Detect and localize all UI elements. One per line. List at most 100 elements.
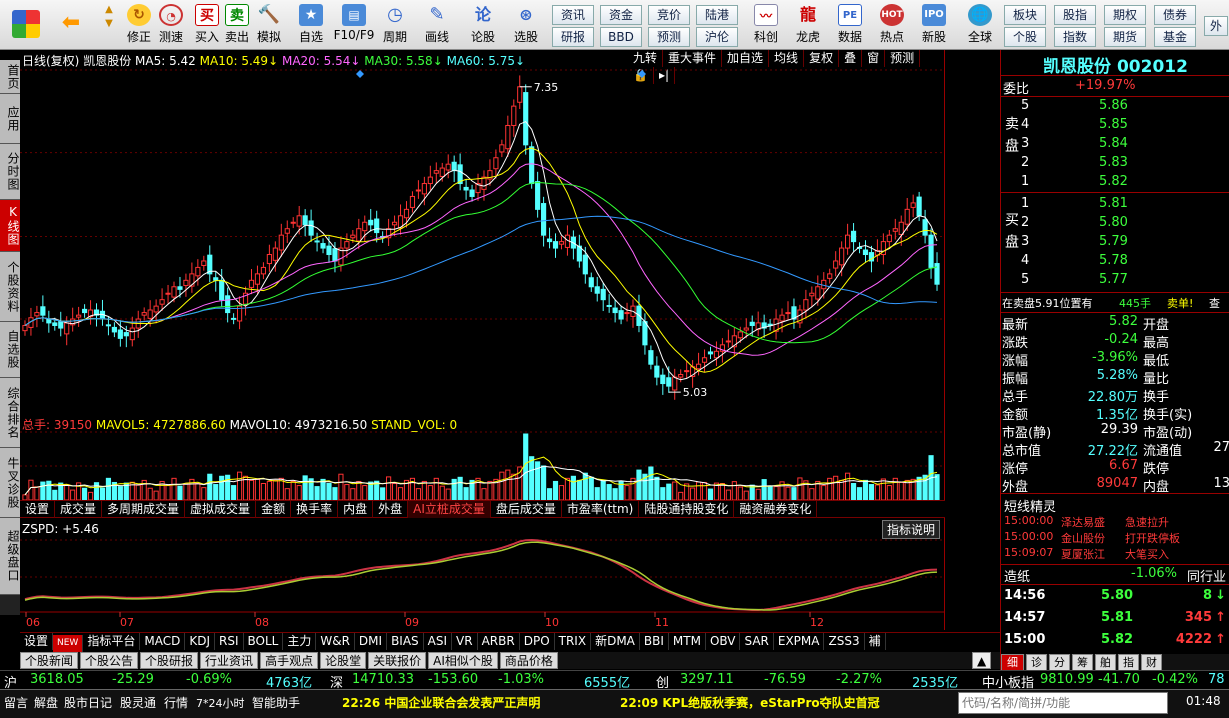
vtab-margin[interactable]: 融资融券变化 [734,501,818,518]
tool-forecast[interactable]: 预测 [885,50,921,67]
tab-super-quote[interactable]: 超级盘口 [0,518,20,595]
itab-platform[interactable]: 指标平台 [83,633,141,650]
buy-level-row[interactable]: 5 5.77 [1001,272,1229,290]
itab-bias[interactable]: BIAS [387,633,424,650]
ntab-industry[interactable]: 行业资讯 [200,652,259,669]
tab-diagnosis[interactable]: 牛叉诊股 [0,448,20,518]
lock-icon[interactable]: 🔒 [628,67,654,84]
ntab-stock-news[interactable]: 个股新闻 [20,652,79,669]
stocks-button[interactable]: 个股 [1004,27,1046,47]
ntab-commodities[interactable]: 商品价格 [499,652,558,669]
research-button[interactable]: 研报 [552,27,594,47]
scroll-updown-button[interactable]: ▲ ▼ [94,2,124,48]
buy-level-row[interactable]: 2 5.80 [1001,215,1229,233]
itab-asi[interactable]: ASI [424,633,453,650]
vtab-ai-volume[interactable]: AI立桩成交量 [408,501,491,518]
dragon-tiger-button[interactable]: 龍 龙虎 [790,2,826,48]
funds-button[interactable]: 资金 [600,5,642,25]
pending-more-button[interactable]: 查 [1209,295,1220,311]
btab-chips[interactable]: 筹 [1072,654,1093,670]
logo-button[interactable] [6,2,46,48]
sell-level-row[interactable]: 3 5.84 [1001,136,1229,154]
ntab-related[interactable]: 关联报价 [368,652,427,669]
funds-market-button[interactable]: 基金 [1154,27,1196,47]
vtab-volume[interactable]: 成交量 [55,501,103,518]
forum-button[interactable]: 论 论股 [466,2,500,48]
status-quotes[interactable]: 行情 [164,694,188,711]
vtab-settings[interactable]: 设置 [20,501,56,518]
status-analysis[interactable]: 解盘 [34,694,58,711]
f10-button[interactable]: ▤ F10/F9 [332,2,376,48]
simulate-button[interactable]: 🔨 模拟 [254,2,284,48]
sector-button[interactable]: 板块 [1004,5,1046,25]
indicator-help-button[interactable]: 指标说明 [882,520,941,539]
itab-macd[interactable]: MACD [140,633,186,650]
kline-svg[interactable]: 7.486.846.195.557.355.037621638677X10+6.… [20,50,945,630]
ntab-expert[interactable]: 高手观点 [260,652,319,669]
tab-watchlist[interactable]: 自选股 [0,322,20,378]
vtab-inner[interactable]: 内盘 [338,501,374,518]
tab-timeshare[interactable]: 分时图 [0,144,20,200]
btab-index[interactable]: 指 [1118,654,1139,670]
options-button[interactable]: 期权 [1104,5,1146,25]
tool-add-watch[interactable]: 加自选 [722,50,770,67]
new-stock-button[interactable]: IPO 新股 [916,2,952,48]
vtab-turnover[interactable]: 换手率 [291,501,339,518]
buy-level-row[interactable]: 3 5.79 [1001,234,1229,252]
watchlist-button[interactable]: ★ 自选 [294,2,328,48]
vtab-pe-ttm[interactable]: 市盈率(ttm) [562,501,640,518]
news-ticker-2[interactable]: 22:09 KPL绝版秋季赛，eStarPro夺队史首冠 [620,694,880,711]
pin-icon[interactable]: ▸| [654,67,676,84]
vtab-multi-period[interactable]: 多周期成交量 [102,501,186,518]
tool-nine-turn[interactable]: 九转 [628,50,664,67]
itab-trix[interactable]: TRIX [555,633,592,650]
period-button[interactable]: ◷ 周期 [378,2,412,48]
btab-detail[interactable]: 细 [1001,654,1024,670]
status-gulingtong[interactable]: 股灵通 [120,694,156,711]
sell-level-row[interactable]: 2 5.83 [1001,155,1229,173]
tab-stock-profile[interactable]: 个股资料 [0,252,20,322]
tab-home[interactable]: 首页 [0,60,20,94]
back-button[interactable]: ⬅ [54,2,88,48]
index-futures-button[interactable]: 股指 [1054,5,1096,25]
itab-kdj[interactable]: KDJ [185,633,215,650]
tab-apps[interactable]: 应用 [0,94,20,144]
bbd-button[interactable]: BBD [600,27,642,47]
data-button[interactable]: PE 数据 [832,2,868,48]
indices-button[interactable]: 指数 [1054,27,1096,47]
status-24h[interactable]: 7*24小时 [196,695,245,711]
itab-new-dma[interactable]: 新DMA [591,633,640,650]
status-message[interactable]: 留言 [4,694,28,711]
vtab-northbound[interactable]: 陆股通持股变化 [639,501,735,518]
sprite-row[interactable]: 15:09:07 夏厦张江 大笔买入 [1001,546,1229,564]
status-diary[interactable]: 股市日记 [64,694,112,711]
vtab-after-hours[interactable]: 盘后成交量 [491,501,562,518]
forecast-button[interactable]: 预测 [648,27,690,47]
auction-button[interactable]: 竞价 [648,5,690,25]
ntab-forum[interactable]: 论股堂 [320,652,367,669]
btab-finance[interactable]: 财 [1141,654,1162,670]
itab-rsi[interactable]: RSI [215,633,244,650]
stock-picker-button[interactable]: ⊛ 选股 [506,2,546,48]
news-button[interactable]: 资讯 [552,5,594,25]
same-industry-tab[interactable]: 同行业 [1187,566,1226,585]
star-market-button[interactable]: 〰 科创 [748,2,784,48]
itab-main-force[interactable]: 主力 [283,633,317,650]
sell-level-row[interactable]: 4 5.85 [1001,117,1229,135]
buy-level-row[interactable]: 4 5.78 [1001,253,1229,271]
sell-level-row[interactable]: 5 5.86 [1001,98,1229,116]
itab-zss3[interactable]: ZSS3 [824,633,865,650]
itab-wr[interactable]: W&R [316,633,355,650]
itab-arbr[interactable]: ARBR [478,633,520,650]
btab-ship[interactable]: 舶 [1095,654,1116,670]
tool-window[interactable]: 窗 [862,50,886,67]
itab-bbi[interactable]: BBI [640,633,669,650]
vtab-amount[interactable]: 金额 [256,501,292,518]
itab-mtm[interactable]: MTM [669,633,706,650]
itab-dpo[interactable]: DPO [520,633,555,650]
shanghai-london-button[interactable]: 沪伦 [696,27,738,47]
itab-vr[interactable]: VR [452,633,478,650]
itab-settings[interactable]: 设置 [20,633,54,650]
hotspot-button[interactable]: HOT 热点 [874,2,910,48]
forex-button[interactable]: 外 [1204,16,1228,36]
